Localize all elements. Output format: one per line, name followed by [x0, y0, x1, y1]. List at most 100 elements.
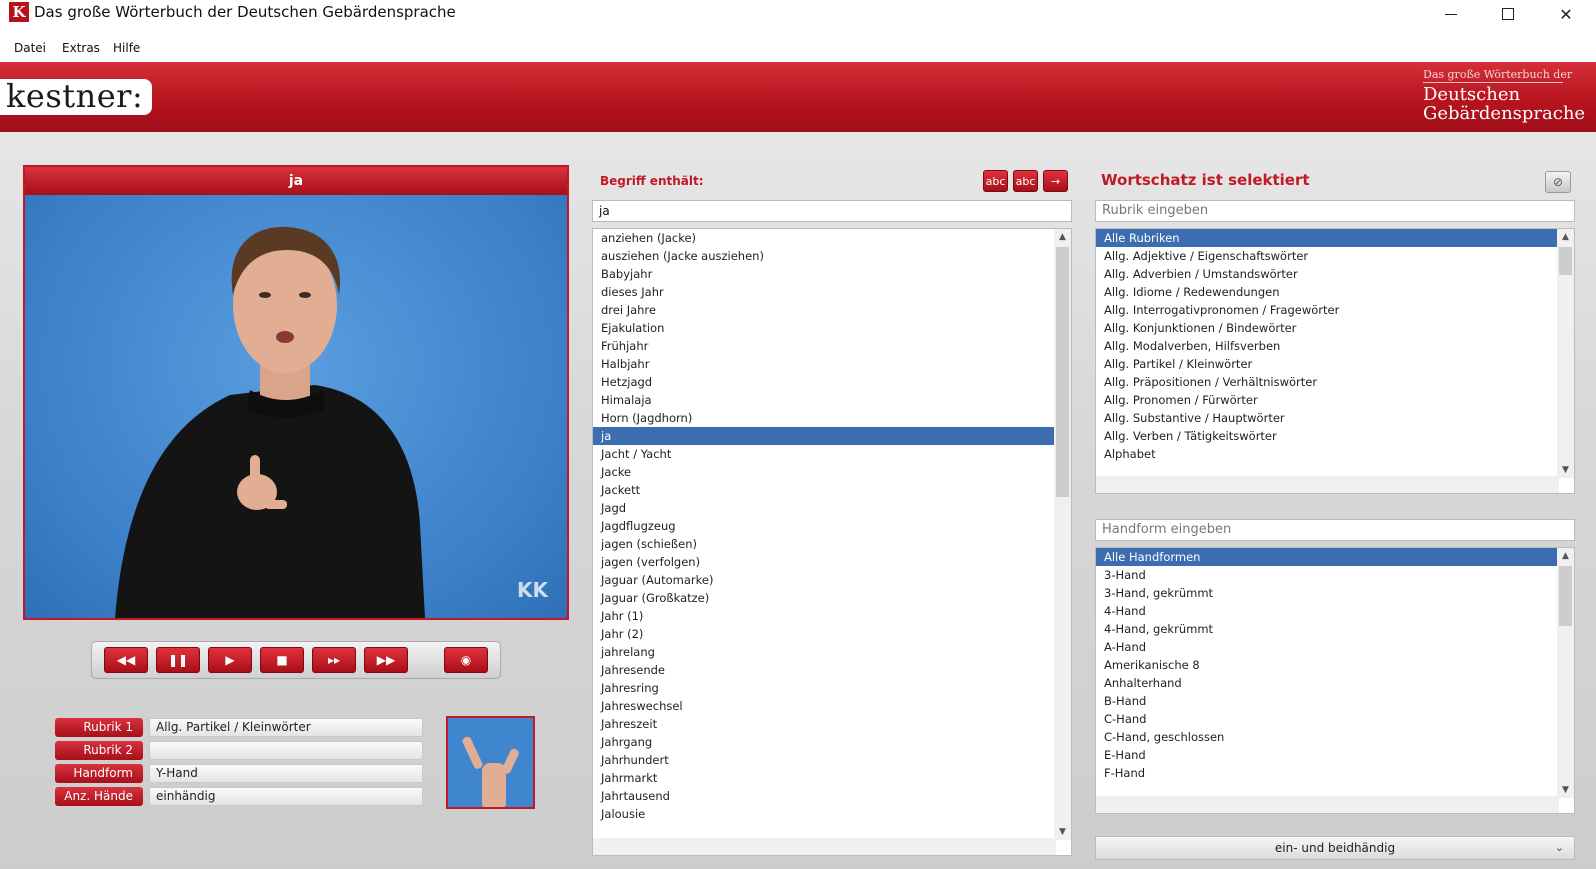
stop-button[interactable]: ■: [260, 647, 304, 673]
term-list-item[interactable]: Jaguar (Großkatze): [593, 589, 1071, 607]
hands-dropdown[interactable]: ein- und beidhändig ⌄: [1095, 836, 1575, 860]
term-list-item[interactable]: Hetzjagd: [593, 373, 1071, 391]
rubrik-list-item[interactable]: Allg. Adverbien / Umstandswörter: [1096, 265, 1574, 283]
term-list-item[interactable]: Jahrhundert: [593, 751, 1071, 769]
term-list-item[interactable]: jahrelang: [593, 643, 1071, 661]
term-list-item[interactable]: drei Jahre: [593, 301, 1071, 319]
term-list-item[interactable]: jagen (verfolgen): [593, 553, 1071, 571]
term-list-item[interactable]: Jahr (1): [593, 607, 1071, 625]
rubrik-list-item[interactable]: Allg. Präpositionen / Verhältniswörter: [1096, 373, 1574, 391]
sign-video[interactable]: KK: [25, 195, 567, 618]
fast-forward-button[interactable]: ▶▶: [364, 647, 408, 673]
fast-forward-icon: ▶▶: [376, 653, 396, 667]
scroll-thumb[interactable]: [1559, 247, 1572, 275]
handform-list-item[interactable]: A-Hand: [1096, 638, 1574, 656]
menu-extras[interactable]: Extras: [62, 41, 100, 55]
scroll-up-icon[interactable]: ▲: [1557, 229, 1574, 245]
handform-list-item[interactable]: C-Hand: [1096, 710, 1574, 728]
term-list-item[interactable]: ausziehen (Jacke ausziehen): [593, 247, 1071, 265]
slow-forward-button[interactable]: ▸▸: [312, 647, 356, 673]
rubrik-input[interactable]: Rubrik eingeben: [1095, 200, 1575, 222]
term-list-item[interactable]: Jacht / Yacht: [593, 445, 1071, 463]
abc-sort-button[interactable]: abc: [983, 170, 1008, 192]
term-list-item[interactable]: ja: [593, 427, 1071, 445]
handform-list-item[interactable]: F-Hand: [1096, 764, 1574, 782]
rubrik-list-item[interactable]: Allg. Modalverben, Hilfsverben: [1096, 337, 1574, 355]
rubrik-list-item[interactable]: Allg. Pronomen / Fürwörter: [1096, 391, 1574, 409]
handform-input[interactable]: Handform eingeben: [1095, 519, 1575, 541]
handform-list-item[interactable]: C-Hand, geschlossen: [1096, 728, 1574, 746]
snapshot-button[interactable]: ◉: [444, 647, 488, 673]
term-list-item[interactable]: Jahrgang: [593, 733, 1071, 751]
rubrik-list-item[interactable]: Allg. Partikel / Kleinwörter: [1096, 355, 1574, 373]
term-list-item[interactable]: Jalousie: [593, 805, 1071, 823]
haende-value: einhändig: [149, 787, 423, 806]
term-list-item[interactable]: Jahr (2): [593, 625, 1071, 643]
term-list-item[interactable]: Jagd: [593, 499, 1071, 517]
handform-list-item[interactable]: Anhalterhand: [1096, 674, 1574, 692]
term-list-item[interactable]: Frühjahr: [593, 337, 1071, 355]
handform-list-item[interactable]: 4-Hand, gekrümmt: [1096, 620, 1574, 638]
minimize-button[interactable]: [1428, 0, 1474, 28]
term-list-item[interactable]: Jacke: [593, 463, 1071, 481]
term-list-item[interactable]: dieses Jahr: [593, 283, 1071, 301]
term-list-item[interactable]: Jahreszeit: [593, 715, 1071, 733]
term-list-item[interactable]: Himalaja: [593, 391, 1071, 409]
rubrik-list-item[interactable]: Allg. Konjunktionen / Bindewörter: [1096, 319, 1574, 337]
term-list-item[interactable]: Jagdflugzeug: [593, 517, 1071, 535]
rubrik1-value: Allg. Partikel / Kleinwörter: [149, 718, 423, 737]
search-input[interactable]: ja: [592, 200, 1072, 222]
handform-list-item[interactable]: 3-Hand: [1096, 566, 1574, 584]
rubrik-list-item[interactable]: Allg. Verben / Tätigkeitswörter: [1096, 427, 1574, 445]
scroll-down-icon[interactable]: ▼: [1557, 462, 1574, 478]
term-list-item[interactable]: Babyjahr: [593, 265, 1071, 283]
handform-list-item[interactable]: Amerikanische 8: [1096, 656, 1574, 674]
handform-list-hscrollbar[interactable]: [1096, 796, 1559, 813]
scroll-up-icon[interactable]: ▲: [1557, 548, 1574, 564]
scroll-thumb[interactable]: [1056, 247, 1069, 497]
stop-icon: ■: [276, 653, 288, 667]
abc-filter-button[interactable]: abc: [1013, 170, 1038, 192]
rubrik-list-hscrollbar[interactable]: [1096, 476, 1559, 493]
term-list-item[interactable]: Jahresende: [593, 661, 1071, 679]
handform-list-item[interactable]: B-Hand: [1096, 692, 1574, 710]
term-list-item[interactable]: Ejakulation: [593, 319, 1071, 337]
menu-hilfe[interactable]: Hilfe: [113, 41, 140, 55]
rubrik-list-item[interactable]: Allg. Idiome / Redewendungen: [1096, 283, 1574, 301]
rewind-button[interactable]: ◀◀: [104, 647, 148, 673]
menu-datei[interactable]: Datei: [14, 41, 46, 55]
term-list-item[interactable]: jagen (schießen): [593, 535, 1071, 553]
rubrik-list-item[interactable]: Alphabet: [1096, 445, 1574, 463]
term-list-item[interactable]: Jahrtausend: [593, 787, 1071, 805]
scroll-thumb[interactable]: [1559, 566, 1572, 626]
rubrik-list-item[interactable]: Allg. Adjektive / Eigenschaftswörter: [1096, 247, 1574, 265]
handform-list-scrollbar[interactable]: ▲ ▼: [1557, 548, 1574, 798]
pause-button[interactable]: ❚❚: [156, 647, 200, 673]
term-list-item[interactable]: Jackett: [593, 481, 1071, 499]
handform-list-item[interactable]: Alle Handformen: [1096, 548, 1574, 566]
handform-list-item[interactable]: E-Hand: [1096, 746, 1574, 764]
term-list-hscrollbar[interactable]: [593, 838, 1056, 855]
scroll-up-icon[interactable]: ▲: [1054, 229, 1071, 245]
handform-list-item[interactable]: 4-Hand: [1096, 602, 1574, 620]
scroll-down-icon[interactable]: ▼: [1557, 782, 1574, 798]
term-list-item[interactable]: Halbjahr: [593, 355, 1071, 373]
play-button[interactable]: ▶: [208, 647, 252, 673]
rubrik-list-item[interactable]: Allg. Interrogativpronomen / Fragewörter: [1096, 301, 1574, 319]
maximize-button[interactable]: [1485, 0, 1531, 28]
term-list-item[interactable]: Jahrmarkt: [593, 769, 1071, 787]
go-button[interactable]: →: [1043, 170, 1068, 192]
filter-clear-button[interactable]: ⊘: [1545, 171, 1571, 193]
handform-list-item[interactable]: 3-Hand, gekrümmt: [1096, 584, 1574, 602]
scroll-down-icon[interactable]: ▼: [1054, 824, 1071, 840]
term-list-item[interactable]: Horn (Jagdhorn): [593, 409, 1071, 427]
term-list-scrollbar[interactable]: ▲ ▼: [1054, 229, 1071, 840]
term-list-item[interactable]: anziehen (Jacke): [593, 229, 1071, 247]
term-list-item[interactable]: Jahreswechsel: [593, 697, 1071, 715]
term-list-item[interactable]: Jaguar (Automarke): [593, 571, 1071, 589]
rubrik-list-item[interactable]: Alle Rubriken: [1096, 229, 1574, 247]
term-list-item[interactable]: Jahresring: [593, 679, 1071, 697]
rubrik-list-scrollbar[interactable]: ▲ ▼: [1557, 229, 1574, 478]
rubrik-list-item[interactable]: Allg. Substantive / Hauptwörter: [1096, 409, 1574, 427]
close-button[interactable]: ✕: [1543, 0, 1589, 28]
